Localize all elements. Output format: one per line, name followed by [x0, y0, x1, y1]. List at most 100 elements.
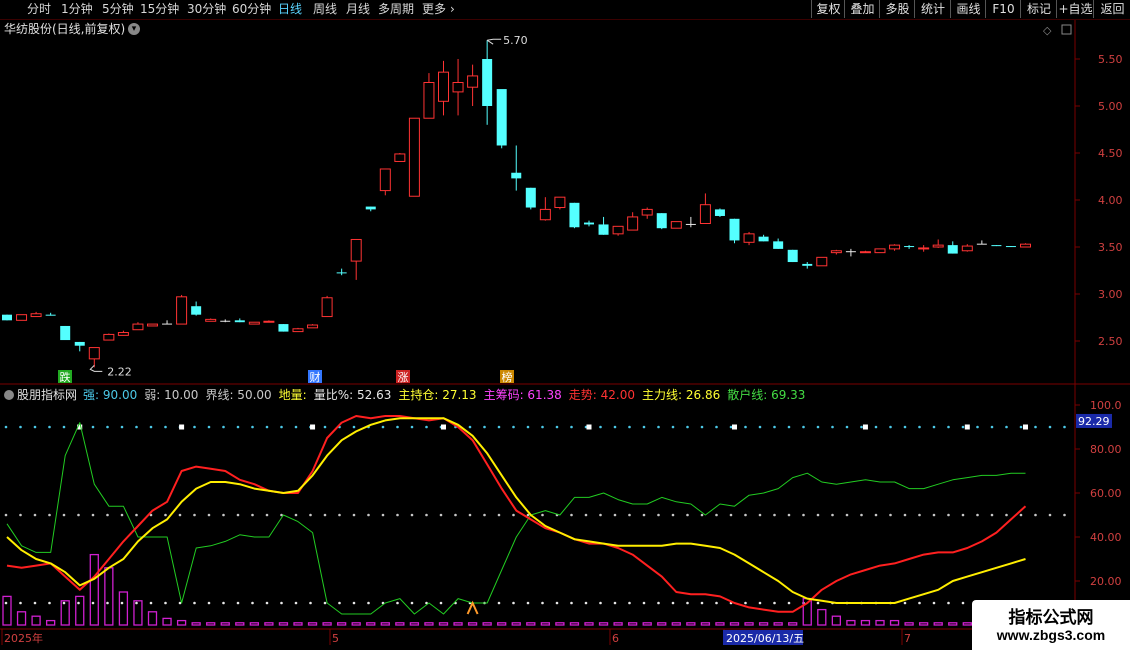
reference-dot — [541, 601, 544, 605]
reference-dot — [164, 513, 167, 517]
reference-dot — [831, 425, 834, 429]
reference-dot — [483, 425, 486, 429]
ind-tick-label: 20.00 — [1090, 575, 1122, 588]
reference-dot — [700, 425, 704, 429]
reference-dot — [251, 425, 254, 429]
reference-dot — [222, 601, 225, 605]
reference-dot — [874, 513, 878, 517]
candle-body — [234, 320, 245, 323]
reference-dot — [700, 601, 704, 605]
candle-body — [641, 208, 653, 216]
strong-marker — [862, 424, 868, 430]
candle-body — [423, 82, 435, 119]
reference-dot — [947, 513, 950, 517]
date-label-3: 2025/06/13/五 — [726, 632, 804, 645]
reference-dot — [744, 601, 747, 605]
reference-dot — [570, 513, 573, 517]
watermark-title: 指标公式网 — [1008, 608, 1094, 628]
reference-dot — [396, 601, 399, 605]
candle-body — [147, 323, 158, 327]
candle-body — [525, 187, 536, 208]
strong-marker — [964, 424, 970, 430]
price-tick-label: 2.50 — [1098, 335, 1123, 348]
candle-body — [103, 333, 115, 341]
reference-dot — [903, 425, 907, 429]
reference-dot — [613, 425, 617, 429]
chart-canvas: ◇ 5.50 5.00 4.50 4.00 3.50 3.00 2.50 5.70 2.22 跌 财… — [0, 20, 1130, 650]
legend-item-1: 弱: 10.00 — [144, 388, 199, 402]
reference-dot — [48, 601, 51, 605]
reference-dot — [903, 513, 907, 517]
volume-ratio-bar — [715, 622, 725, 626]
strong-marker — [1023, 424, 1028, 430]
reference-dot — [555, 601, 559, 605]
volume-ratio-bar — [264, 622, 274, 626]
candle-body — [991, 245, 1002, 247]
reference-dot — [454, 513, 457, 517]
volume-ratio-bar — [511, 622, 521, 626]
volume-ratio-bar — [176, 619, 187, 626]
reference-dot — [1034, 513, 1037, 517]
reference-dot — [961, 601, 965, 605]
reference-dot — [294, 601, 298, 605]
candle-body — [889, 244, 901, 250]
candle-body — [1020, 243, 1031, 248]
reference-dot — [468, 513, 472, 517]
ind-tick-label: 100.0 — [1090, 399, 1122, 412]
event-marker-2: 涨 — [398, 371, 409, 384]
reference-dot — [613, 513, 617, 517]
reference-dot — [439, 513, 443, 517]
reference-dot — [860, 425, 863, 429]
reference-dot — [918, 425, 921, 429]
reference-dot — [686, 425, 689, 429]
volume-ratio-bar — [366, 622, 376, 626]
indicator-collapse-icon[interactable] — [4, 390, 14, 400]
strong-marker — [441, 424, 446, 430]
reference-dot — [410, 425, 414, 429]
volume-ratio-bar — [293, 622, 303, 626]
volume-ratio-bar — [875, 619, 885, 626]
legend-item-4: 量比%: 52.63 — [313, 388, 392, 402]
reference-dot — [729, 513, 733, 517]
reference-dot — [744, 425, 747, 429]
reference-dot — [222, 513, 225, 517]
candle-body — [496, 89, 507, 146]
indicator-name[interactable]: 股朋指标网 — [17, 388, 77, 402]
legend-item-5: 主持仓: 27.13 — [398, 388, 477, 402]
candle-body — [773, 241, 784, 249]
reference-dot — [700, 513, 704, 517]
reference-dot — [265, 513, 269, 517]
price-tick-label: 4.50 — [1098, 147, 1123, 160]
price-panel: 5.50 5.00 4.50 4.00 3.50 3.00 2.50 5.70 2.22 跌 财 涨 榜 — [2, 34, 1123, 384]
reference-dot — [120, 601, 124, 605]
reference-dot — [642, 601, 646, 605]
reference-dot — [483, 513, 486, 517]
reference-dot — [439, 601, 443, 605]
reference-dot — [236, 601, 240, 605]
volume-ratio-bar — [409, 622, 420, 626]
reference-dot — [120, 513, 124, 517]
candle-body — [205, 318, 217, 322]
reference-dot — [193, 513, 196, 517]
reference-dot — [816, 601, 820, 605]
candle-body — [394, 153, 406, 162]
candle-body — [482, 59, 493, 106]
volume-ratio-bar — [744, 622, 754, 626]
candle-body — [802, 263, 813, 266]
candle-body — [584, 222, 594, 225]
buy-signal-icon — [466, 600, 479, 615]
reference-dot — [236, 513, 240, 517]
reference-dot — [758, 425, 762, 429]
watermark-url: www.zbgs3.com — [996, 627, 1106, 643]
reference-dot — [744, 513, 747, 517]
volume-ratio-bar — [962, 622, 972, 626]
reference-dot — [149, 425, 153, 429]
volume-ratio-bar — [336, 622, 347, 626]
reference-dot — [657, 425, 660, 429]
reference-dot — [860, 513, 863, 517]
reference-dot — [4, 513, 8, 517]
reference-dot — [526, 601, 530, 605]
reference-dot — [120, 425, 124, 429]
reference-dot — [1005, 425, 1008, 429]
reference-dot — [280, 425, 283, 429]
